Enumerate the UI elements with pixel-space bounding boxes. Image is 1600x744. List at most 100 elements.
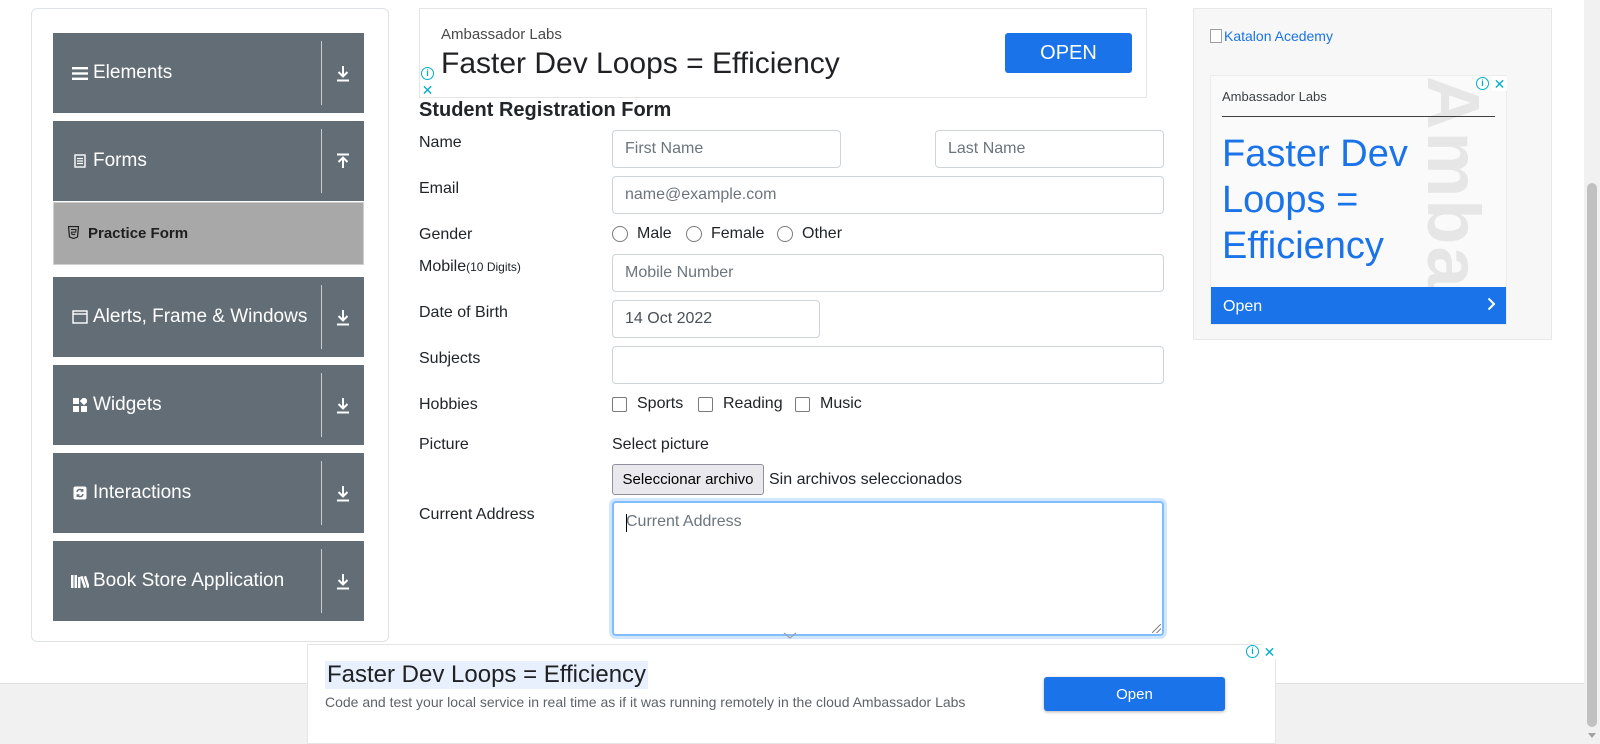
gender-radio-other[interactable]: Other [777, 225, 842, 243]
download-arrow-icon[interactable] [322, 277, 364, 357]
picture-label: Picture [419, 436, 469, 453]
select-picture-label: Select picture [612, 436, 709, 453]
email-input[interactable]: name@example.com [612, 176, 1164, 214]
radio-label: Male [637, 225, 672, 242]
hobby-checkbox-reading[interactable]: Reading [698, 395, 783, 413]
choose-file-button[interactable]: Seleccionar archivo [612, 464, 764, 495]
right-side-ad[interactable]: Katalon Acedemy Ambassador Ambassador La… [1193, 8, 1552, 340]
address-placeholder: Current Address [626, 513, 742, 530]
widgets-icon [69, 398, 91, 412]
download-arrow-icon[interactable] [322, 453, 364, 533]
sidebar-group-label: Forms [93, 150, 147, 171]
bottom-banner-ad[interactable]: Faster Dev Loops = Efficiency Code and t… [307, 644, 1276, 744]
scrollbar-thumb[interactable] [1587, 183, 1597, 727]
mobile-hint: (10 Digits) [466, 260, 521, 274]
current-address-textarea[interactable]: Current Address [612, 501, 1164, 636]
upload-arrow-icon[interactable] [322, 121, 364, 201]
first-name-input[interactable]: First Name [612, 130, 841, 168]
sidebar-group-widgets[interactable]: Widgets [53, 365, 364, 445]
ad-brand: Ambassador Labs [1222, 89, 1327, 104]
checkbox-label: Music [820, 395, 862, 412]
ad-info-icon[interactable]: i [1476, 77, 1489, 90]
vertical-scrollbar[interactable] [1584, 0, 1600, 744]
ad-info-icon[interactable]: i [421, 67, 434, 80]
sidebar: Elements Forms Practice Form Alerts, Fra… [31, 8, 389, 642]
download-arrow-icon[interactable] [322, 33, 364, 113]
gender-label: Gender [419, 226, 473, 243]
dob-label: Date of Birth [419, 304, 508, 321]
hobbies-label: Hobbies [419, 396, 478, 413]
ad-headline[interactable]: Faster Dev Loops = Efficiency [325, 661, 649, 689]
top-banner-ad[interactable]: Ambassador Labs Faster Dev Loops = Effic… [419, 8, 1147, 98]
sidebar-group-label: Elements [93, 62, 173, 83]
subjects-label: Subjects [419, 350, 481, 367]
sidebar-item-practice-form[interactable]: Practice Form [53, 202, 364, 265]
radio-button[interactable] [777, 226, 793, 242]
ad-description: Code and test your local service in real… [325, 694, 966, 710]
mobile-input[interactable]: Mobile Number [612, 254, 1164, 292]
chevron-down-icon[interactable] [783, 632, 797, 640]
broken-image-icon [1210, 29, 1222, 43]
hobby-checkbox-sports[interactable]: Sports [612, 395, 683, 413]
checkbox[interactable] [698, 396, 713, 412]
download-arrow-icon[interactable] [322, 541, 364, 621]
checkbox[interactable] [795, 396, 810, 412]
sidebar-group-label: Widgets [93, 394, 162, 415]
sidebar-group-label: Alerts, Frame & Windows [93, 306, 308, 327]
ad-open-label: Open [1223, 297, 1263, 315]
html5-icon [67, 225, 84, 242]
last-name-placeholder: Last Name [948, 140, 1026, 157]
ad-open-button[interactable]: OPEN [1005, 33, 1132, 73]
first-name-placeholder: First Name [625, 140, 704, 157]
name-label: Name [419, 134, 462, 151]
email-label: Email [419, 180, 460, 197]
radio-button[interactable] [686, 226, 702, 242]
radio-label: Other [802, 225, 843, 242]
ad-close-icon[interactable]: ✕ [1492, 76, 1507, 91]
email-placeholder: name@example.com [625, 186, 777, 203]
radio-label: Female [711, 225, 765, 242]
ad-headline[interactable]: Faster Dev Loops = Efficiency [441, 47, 840, 81]
hamburger-icon [69, 66, 91, 80]
ad-card[interactable]: Ambassador Ambassador Labs Faster Dev Lo… [1210, 75, 1507, 325]
sidebar-group-book-store[interactable]: Book Store Application [53, 541, 364, 621]
checkbox-label: Reading [723, 395, 783, 412]
text-caret [626, 514, 627, 532]
scroll-down-arrow-icon[interactable] [1588, 733, 1596, 738]
divider [1222, 116, 1495, 117]
radio-button[interactable] [612, 226, 628, 242]
window-icon [69, 310, 91, 324]
ad-info-icon[interactable]: i [1246, 645, 1259, 658]
dob-value: 14 Oct 2022 [625, 310, 713, 327]
image-alt-text: Katalon Acedemy [1224, 28, 1333, 44]
ad-open-bar[interactable]: Open [1211, 287, 1506, 324]
gender-radio-female[interactable]: Female [686, 225, 764, 243]
mobile-label: Mobile(10 Digits) [419, 258, 521, 276]
ad-close-icon[interactable]: ✕ [420, 82, 435, 97]
gender-radio-male[interactable]: Male [612, 225, 672, 243]
books-icon [69, 574, 91, 588]
chevron-right-icon [1487, 297, 1496, 316]
sidebar-group-label: Interactions [93, 482, 192, 503]
sidebar-group-interactions[interactable]: Interactions [53, 453, 364, 533]
sidebar-group-alerts-frame-windows[interactable]: Alerts, Frame & Windows [53, 277, 364, 357]
dob-input[interactable]: 14 Oct 2022 [612, 300, 820, 338]
katalon-image-link[interactable]: Katalon Acedemy [1210, 28, 1333, 44]
sidebar-group-forms[interactable]: Forms [53, 121, 364, 201]
ad-close-icon[interactable]: ✕ [1262, 644, 1277, 659]
ad-open-button[interactable]: Open [1044, 677, 1225, 711]
hobby-checkbox-music[interactable]: Music [795, 395, 862, 413]
document-icon [69, 154, 91, 168]
refresh-icon [69, 486, 91, 500]
resize-grip-icon[interactable] [1152, 624, 1161, 633]
ad-headline[interactable]: Faster Dev Loops = Efficiency [1222, 131, 1442, 269]
sidebar-group-elements[interactable]: Elements [53, 33, 364, 113]
sidebar-item-label: Practice Form [88, 225, 189, 242]
checkbox[interactable] [612, 396, 627, 412]
sidebar-group-label: Book Store Application [93, 570, 285, 591]
mobile-label-text: Mobile [419, 258, 467, 275]
last-name-input[interactable]: Last Name [935, 130, 1164, 168]
subjects-input[interactable] [612, 346, 1164, 384]
download-arrow-icon[interactable] [322, 365, 364, 445]
ad-brand: Ambassador Labs [441, 26, 562, 43]
